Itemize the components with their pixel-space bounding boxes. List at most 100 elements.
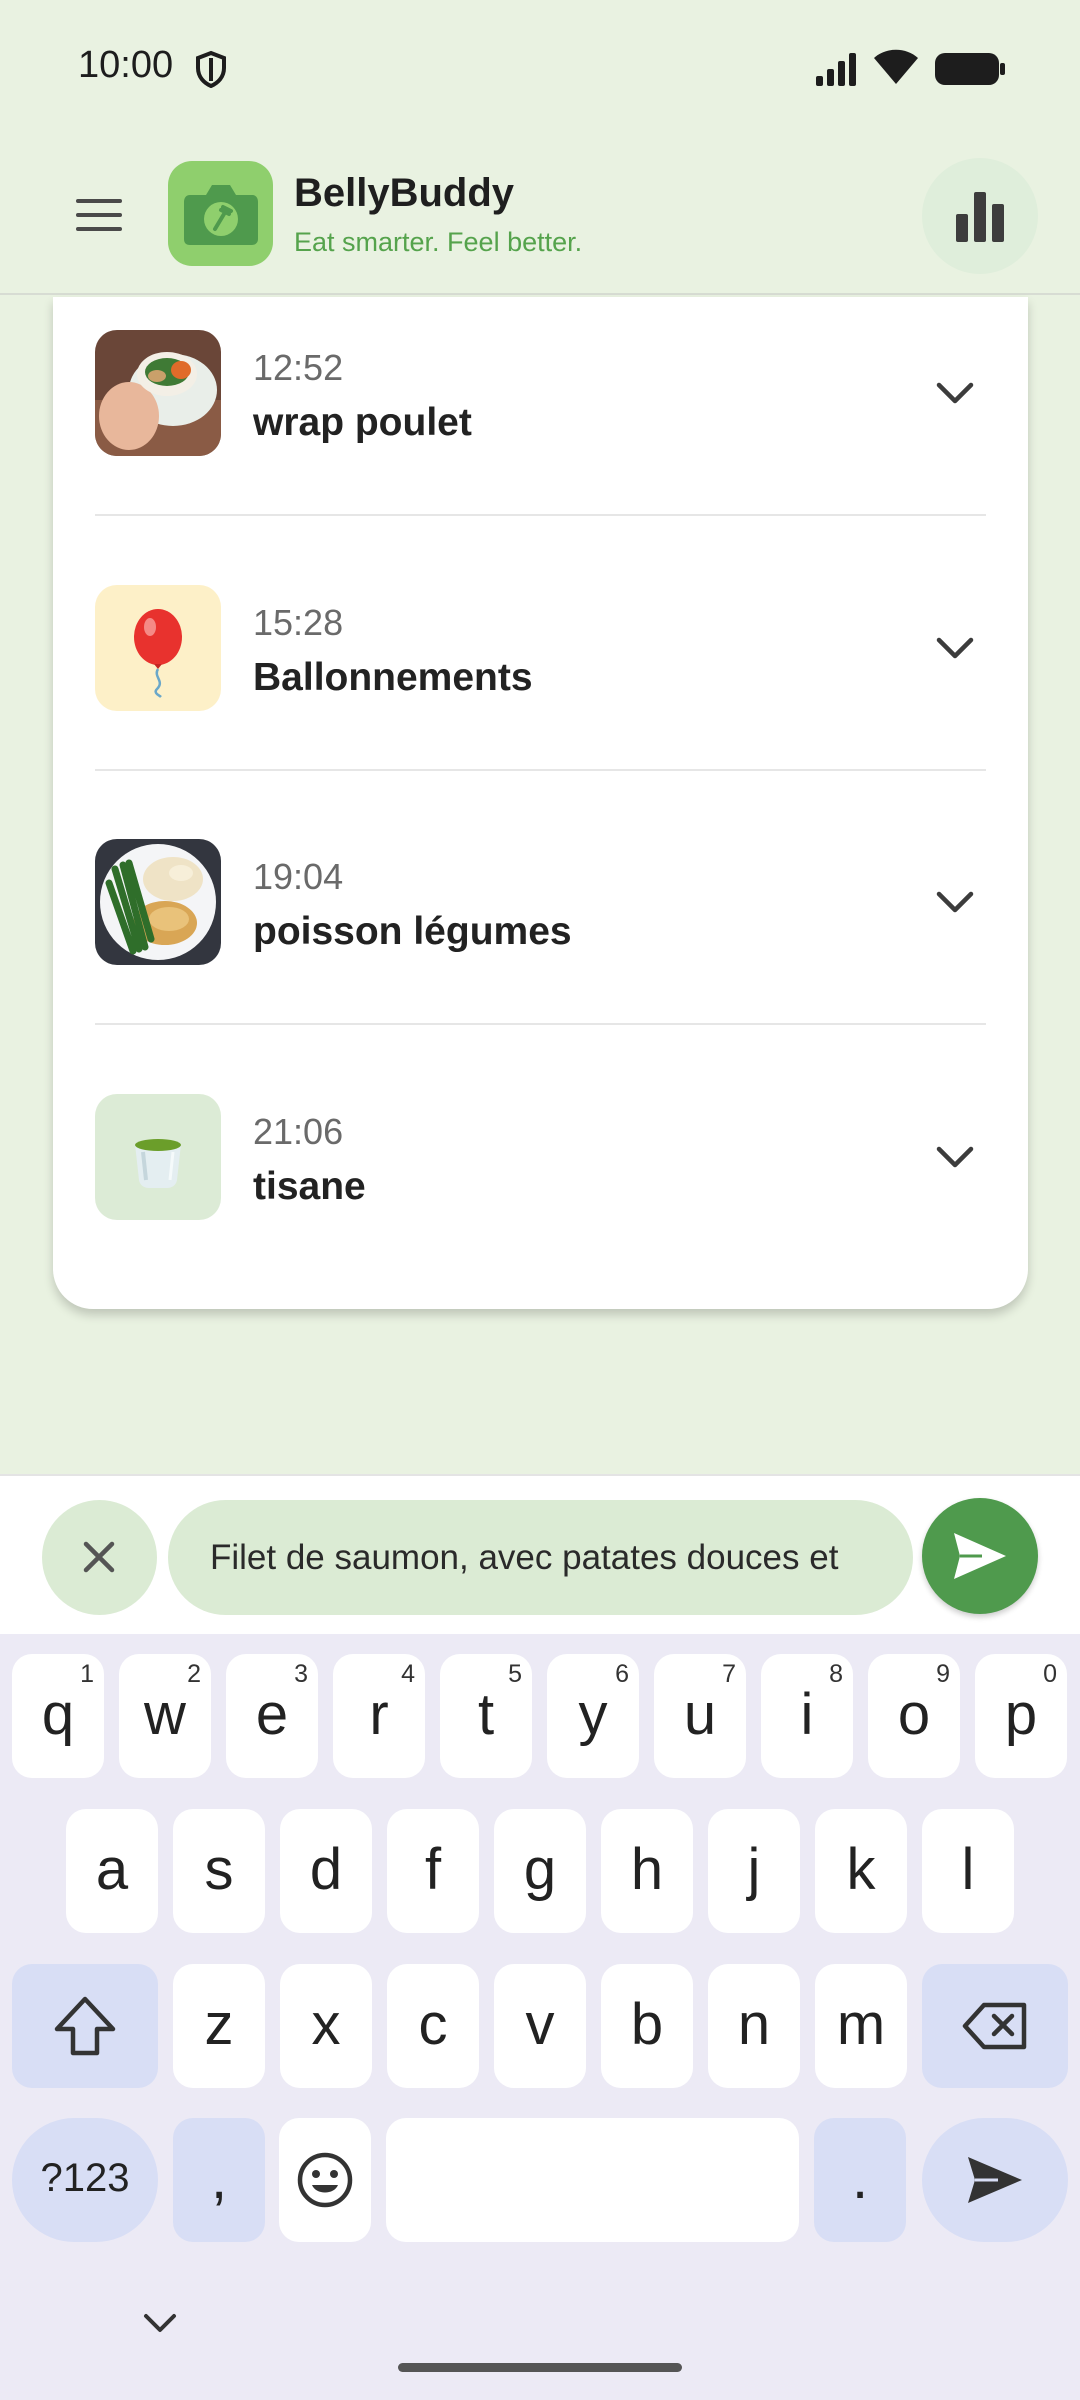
backspace-key[interactable] <box>922 1964 1068 2088</box>
clear-button[interactable] <box>42 1500 157 1615</box>
key-q[interactable]: q1 <box>12 1654 104 1778</box>
chevron-down-icon[interactable] <box>933 371 977 415</box>
key-hint: 2 <box>187 1660 201 1688</box>
key-a[interactable]: a <box>66 1809 158 1933</box>
emoji-key[interactable] <box>279 2118 371 2242</box>
key-m[interactable]: m <box>815 1964 907 2088</box>
menu-button[interactable] <box>68 187 130 243</box>
send-icon <box>954 1533 1006 1579</box>
key-label: j <box>747 1836 761 1902</box>
key-f[interactable]: f <box>387 1809 479 1933</box>
key-n[interactable]: n <box>708 1964 800 2088</box>
wrap-photo <box>95 330 221 456</box>
chevron-down-icon[interactable] <box>933 1135 977 1179</box>
journal-card: 12:52 wrap poulet 15:28 Ballonnements 19… <box>53 297 1028 1309</box>
key-hint: 8 <box>829 1660 843 1688</box>
shift-key[interactable] <box>12 1964 158 2088</box>
key-label: i <box>800 1681 814 1747</box>
key-g[interactable]: g <box>494 1809 586 1933</box>
key-label: z <box>204 1991 234 2057</box>
key-d[interactable]: d <box>280 1809 372 1933</box>
key-e[interactable]: e3 <box>226 1654 318 1778</box>
divider <box>95 769 986 771</box>
entry-time: 21:06 <box>253 1111 344 1152</box>
send-button[interactable] <box>922 1498 1038 1614</box>
app-bar: BellyBuddy Eat smarter. Feel better. <box>0 135 1080 295</box>
key-z[interactable]: z <box>173 1964 265 2088</box>
key-v[interactable]: v <box>494 1964 586 2088</box>
key-label: b <box>630 1991 664 2057</box>
key-label: d <box>309 1836 343 1902</box>
journal-entry[interactable]: 15:28 Ballonnements <box>53 552 1028 806</box>
key-b[interactable]: b <box>601 1964 693 2088</box>
key-j[interactable]: j <box>708 1809 800 1933</box>
journal-entry[interactable]: 12:52 wrap poulet <box>53 297 1028 551</box>
composer-bar <box>0 1474 1080 1634</box>
period-key-label: . <box>851 2145 869 2211</box>
key-i[interactable]: i8 <box>761 1654 853 1778</box>
key-hint: 0 <box>1043 1660 1057 1688</box>
app-title: BellyBuddy <box>294 171 515 215</box>
space-key[interactable] <box>386 2118 799 2242</box>
symbols-key-label: ?123 <box>40 2155 130 2200</box>
journal-entry[interactable]: 21:06 tisane <box>53 1061 1028 1315</box>
key-o[interactable]: o9 <box>868 1654 960 1778</box>
key-hint: 6 <box>615 1660 629 1688</box>
comma-key[interactable]: , <box>173 2118 265 2242</box>
shield-icon <box>196 50 226 88</box>
tea-cup-emoji <box>95 1094 221 1220</box>
hamburger-icon-line <box>76 199 122 203</box>
chevron-down-icon[interactable] <box>933 880 977 924</box>
chevron-down-icon[interactable] <box>933 626 977 670</box>
journal-entry[interactable]: 19:04 poisson légumes <box>53 806 1028 1060</box>
entry-name: Ballonnements <box>253 656 533 699</box>
key-r[interactable]: r4 <box>333 1654 425 1778</box>
status-time: 10:00 <box>78 44 174 86</box>
key-hint: 1 <box>80 1660 94 1688</box>
stats-button[interactable] <box>922 158 1038 274</box>
key-label: n <box>737 1991 771 2057</box>
key-label: h <box>630 1836 664 1902</box>
key-label: q <box>41 1681 75 1747</box>
close-icon <box>83 1541 115 1573</box>
key-label: g <box>523 1836 557 1902</box>
message-input[interactable] <box>168 1500 913 1615</box>
fish-plate-photo <box>95 839 221 965</box>
key-p[interactable]: p0 <box>975 1654 1067 1778</box>
key-label: t <box>477 1681 495 1747</box>
key-t[interactable]: t5 <box>440 1654 532 1778</box>
key-w[interactable]: w2 <box>119 1654 211 1778</box>
comma-key-label: , <box>210 2145 228 2211</box>
key-y[interactable]: y6 <box>547 1654 639 1778</box>
key-label: a <box>95 1836 129 1902</box>
bar-chart-icon <box>956 192 1004 242</box>
key-label: k <box>846 1836 876 1902</box>
entry-time: 15:28 <box>253 602 344 643</box>
key-u[interactable]: u7 <box>654 1654 746 1778</box>
key-k[interactable]: k <box>815 1809 907 1933</box>
key-hint: 4 <box>401 1660 415 1688</box>
home-indicator[interactable] <box>398 2363 682 2372</box>
symbols-key[interactable]: ?123 <box>12 2118 158 2242</box>
battery-icon <box>935 53 1005 85</box>
enter-key[interactable] <box>922 2118 1068 2242</box>
chevron-down-icon[interactable] <box>140 2308 180 2338</box>
key-c[interactable]: c <box>387 1964 479 2088</box>
key-l[interactable]: l <box>922 1809 1014 1933</box>
shift-icon <box>54 1996 116 2056</box>
key-label: l <box>961 1836 975 1902</box>
key-label: y <box>578 1681 608 1747</box>
key-hint: 3 <box>294 1660 308 1688</box>
key-h[interactable]: h <box>601 1809 693 1933</box>
entry-time: 19:04 <box>253 856 344 897</box>
key-label: u <box>683 1681 717 1747</box>
soft-keyboard: q1w2e3r4t5y6u7i8o9p0 asdfghjkl zxcvbnm ?… <box>0 1634 1080 2400</box>
period-key[interactable]: . <box>814 2118 906 2242</box>
key-label: x <box>311 1991 341 2057</box>
key-label: c <box>418 1991 448 2057</box>
emoji-icon <box>297 2152 353 2208</box>
entry-time: 12:52 <box>253 347 344 388</box>
backspace-icon <box>962 2002 1027 2050</box>
key-s[interactable]: s <box>173 1809 265 1933</box>
key-x[interactable]: x <box>280 1964 372 2088</box>
